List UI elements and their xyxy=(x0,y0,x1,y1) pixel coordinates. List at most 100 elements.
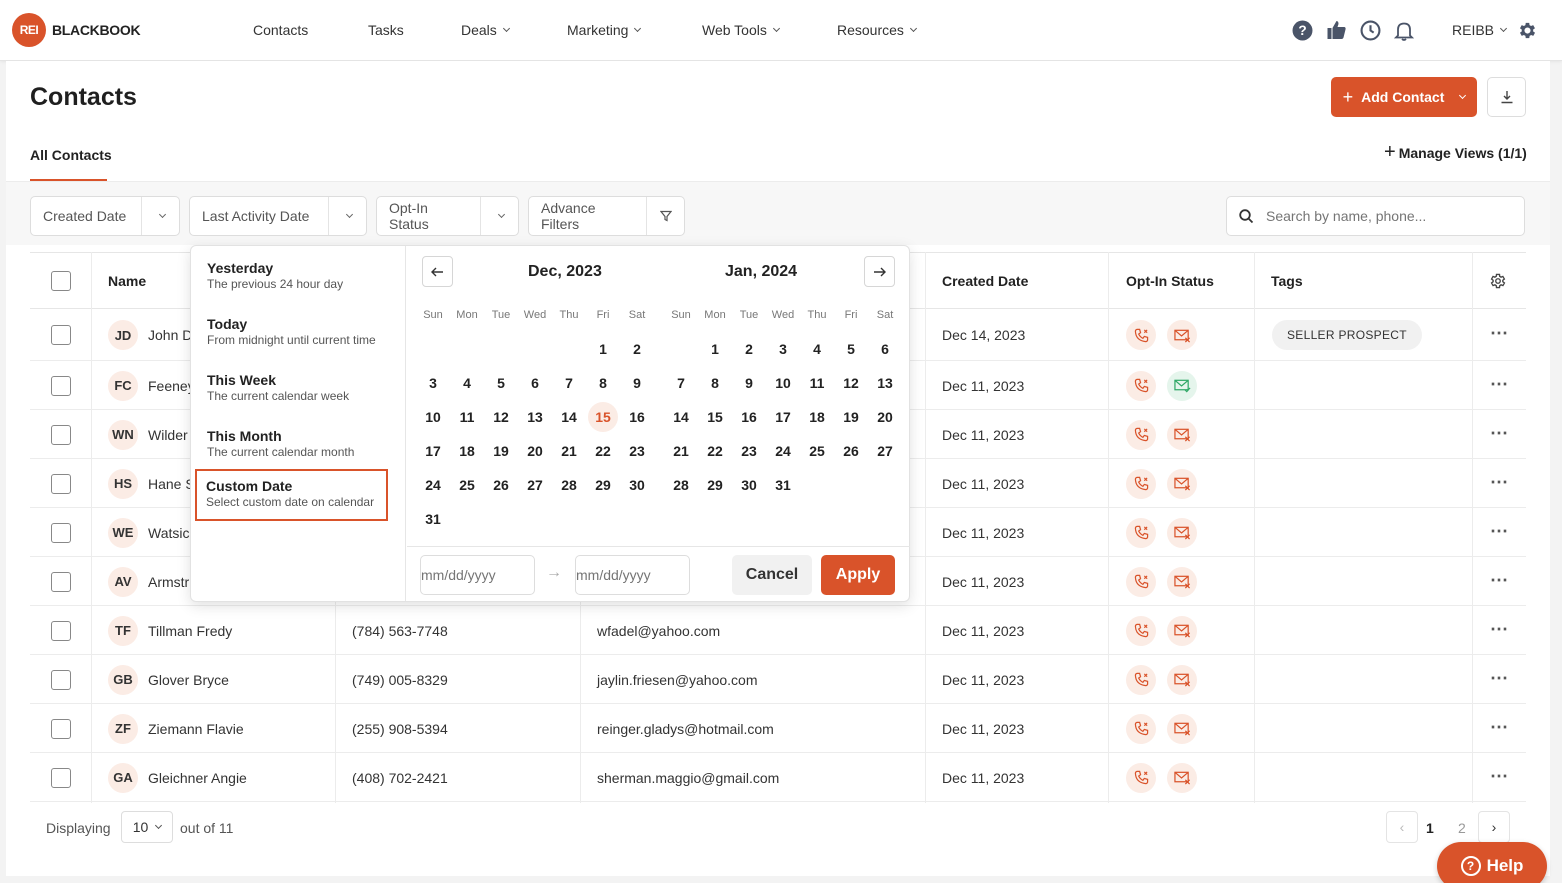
header-name[interactable]: Name xyxy=(108,273,146,289)
end-date-input[interactable] xyxy=(575,555,690,595)
calendar-day[interactable]: 11 xyxy=(452,402,482,432)
contact-name[interactable]: Wilder xyxy=(148,427,188,443)
contact-name[interactable]: Ziemann Flavie xyxy=(148,721,244,737)
calendar-day[interactable]: 24 xyxy=(418,470,448,500)
preset-yesterday[interactable]: Yesterday The previous 24 hour day xyxy=(196,251,396,303)
contact-name[interactable]: Glover Bryce xyxy=(148,672,229,688)
email-opt-out-icon[interactable] xyxy=(1167,664,1197,695)
calendar-day[interactable]: 31 xyxy=(768,470,798,500)
row-checkbox[interactable] xyxy=(51,571,71,592)
contact-name[interactable]: Watsic xyxy=(148,525,189,541)
calendar-day[interactable]: 5 xyxy=(486,368,516,398)
gear-icon[interactable] xyxy=(1516,19,1538,41)
calendar-day[interactable]: 26 xyxy=(486,470,516,500)
phone-opt-out-icon[interactable] xyxy=(1126,713,1156,744)
start-date-input[interactable] xyxy=(420,555,535,595)
calendar-day[interactable]: 9 xyxy=(622,368,652,398)
contact-name[interactable]: Gleichner Angie xyxy=(148,770,247,786)
bell-icon[interactable] xyxy=(1393,19,1415,41)
more-actions-icon[interactable]: ⋯ xyxy=(1490,717,1509,738)
calendar-day[interactable]: 28 xyxy=(554,470,584,500)
row-checkbox[interactable] xyxy=(51,522,71,543)
cancel-button[interactable]: Cancel xyxy=(732,555,812,595)
phone-opt-out-icon[interactable] xyxy=(1126,762,1156,793)
calendar-day[interactable]: 4 xyxy=(802,334,832,364)
calendar-day[interactable]: 10 xyxy=(418,402,448,432)
more-actions-icon[interactable]: ⋯ xyxy=(1490,619,1509,640)
calendar-day[interactable]: 31 xyxy=(418,504,448,534)
calendar-day[interactable]: 4 xyxy=(452,368,482,398)
calendar-day[interactable]: 6 xyxy=(520,368,550,398)
calendar-day[interactable]: 26 xyxy=(836,436,866,466)
phone-opt-out-icon[interactable] xyxy=(1126,664,1156,695)
calendar-day[interactable]: 25 xyxy=(452,470,482,500)
row-checkbox[interactable] xyxy=(51,424,71,445)
page-2[interactable]: 2 xyxy=(1458,820,1466,836)
manage-views-button[interactable]: + Manage Views (1/1) xyxy=(1384,141,1527,164)
calendar-day[interactable]: 2 xyxy=(622,334,652,364)
more-actions-icon[interactable]: ⋯ xyxy=(1490,423,1509,444)
phone-opt-out-icon[interactable] xyxy=(1126,370,1156,401)
email-opt-out-icon[interactable] xyxy=(1167,419,1197,450)
table-row[interactable]: ZF Ziemann Flavie (255) 908-5394 reinger.gl… xyxy=(30,704,1526,753)
email-opt-out-icon[interactable] xyxy=(1167,615,1197,646)
tag-chip[interactable]: SELLER PROSPECT xyxy=(1272,320,1422,350)
calendar-day[interactable]: 17 xyxy=(768,402,798,432)
prev-page-button[interactable]: ‹ xyxy=(1386,811,1418,843)
header-created-date[interactable]: Created Date xyxy=(942,273,1028,289)
calendar-day[interactable]: 7 xyxy=(554,368,584,398)
nav-tasks[interactable]: Tasks xyxy=(368,22,404,38)
calendar-day[interactable]: 23 xyxy=(734,436,764,466)
dropdown-toggle[interactable] xyxy=(480,197,518,235)
download-button[interactable] xyxy=(1487,77,1526,117)
phone-opt-out-icon[interactable] xyxy=(1126,517,1156,548)
nav-deals[interactable]: Deals xyxy=(461,22,510,38)
per-page-select[interactable]: 10 xyxy=(121,811,173,843)
next-page-button[interactable]: › xyxy=(1478,811,1510,843)
dropdown-toggle[interactable] xyxy=(328,197,366,235)
calendar-day[interactable]: 12 xyxy=(836,368,866,398)
row-checkbox[interactable] xyxy=(51,767,71,788)
more-actions-icon[interactable]: ⋯ xyxy=(1490,521,1509,542)
email-opt-out-icon[interactable] xyxy=(1167,762,1197,793)
calendar-day[interactable]: 22 xyxy=(588,436,618,466)
calendar-day[interactable]: 7 xyxy=(666,368,696,398)
calendar-day[interactable]: 2 xyxy=(734,334,764,364)
calendar-day[interactable]: 1 xyxy=(588,334,618,364)
calendar-day[interactable]: 8 xyxy=(588,368,618,398)
preset-this-month[interactable]: This Month The current calendar month xyxy=(196,419,396,471)
settings-icon[interactable] xyxy=(1489,272,1507,293)
opt-in-status-filter[interactable]: Opt-In Status xyxy=(376,196,519,236)
calendar-day[interactable]: 19 xyxy=(486,436,516,466)
header-tags[interactable]: Tags xyxy=(1271,273,1303,289)
nav-web-tools[interactable]: Web Tools xyxy=(702,22,780,38)
phone-opt-out-icon[interactable] xyxy=(1126,615,1156,646)
dropdown-toggle[interactable] xyxy=(141,197,179,235)
calendar-day[interactable]: 3 xyxy=(418,368,448,398)
calendar-day[interactable]: 18 xyxy=(802,402,832,432)
contact-name[interactable]: Tillman Fredy xyxy=(148,623,232,639)
calendar-day[interactable]: 10 xyxy=(768,368,798,398)
preset-today[interactable]: Today From midnight until current time xyxy=(196,307,396,359)
tab-all-contacts[interactable]: All Contacts xyxy=(30,147,112,163)
row-checkbox[interactable] xyxy=(51,375,71,396)
calendar-day[interactable]: 14 xyxy=(554,402,584,432)
calendar-day[interactable]: 14 xyxy=(666,402,696,432)
more-actions-icon[interactable]: ⋯ xyxy=(1490,472,1509,493)
calendar-day[interactable]: 17 xyxy=(418,436,448,466)
table-row[interactable]: GA Gleichner Angie (408) 702-2421 sherman.m… xyxy=(30,753,1526,802)
nav-marketing[interactable]: Marketing xyxy=(567,22,642,38)
calendar-day[interactable]: 18 xyxy=(452,436,482,466)
account-menu[interactable]: REIBB xyxy=(1452,22,1508,38)
row-checkbox[interactable] xyxy=(51,325,71,345)
row-checkbox[interactable] xyxy=(51,669,71,690)
table-row[interactable]: GB Glover Bryce (749) 005-8329 jaylin.fries… xyxy=(30,655,1526,704)
calendar-day[interactable]: 21 xyxy=(554,436,584,466)
contact-name[interactable]: Hane S xyxy=(148,476,195,492)
email-opt-out-icon[interactable] xyxy=(1167,320,1197,350)
email-opt-out-icon[interactable] xyxy=(1167,468,1197,499)
calendar-day[interactable]: 5 xyxy=(836,334,866,364)
calendar-day[interactable]: 16 xyxy=(734,402,764,432)
logo[interactable]: REI BLACKBOOK xyxy=(12,13,141,47)
row-checkbox[interactable] xyxy=(51,473,71,494)
